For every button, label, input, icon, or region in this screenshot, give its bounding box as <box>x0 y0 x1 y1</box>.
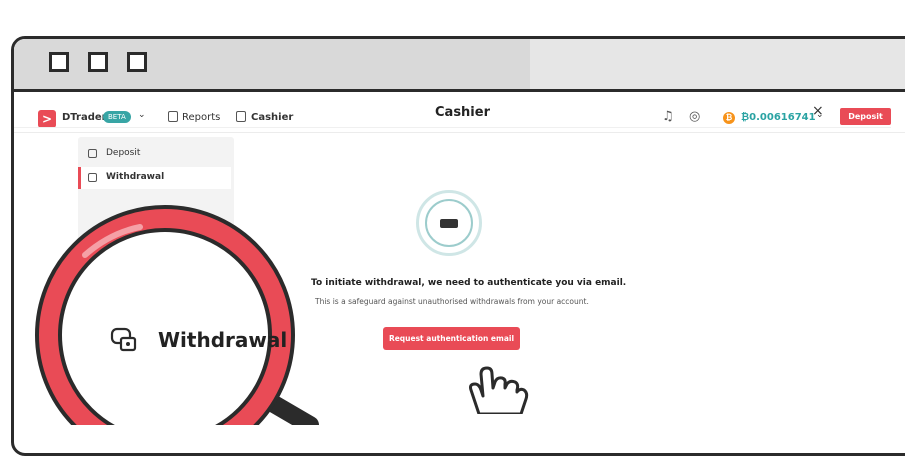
magnified-withdrawal-label: Withdrawal <box>158 328 288 352</box>
window-button-2[interactable] <box>88 52 108 72</box>
close-icon[interactable]: × <box>812 103 824 119</box>
magnifier-overlay <box>35 205 319 425</box>
sidebar-item-label: Withdrawal <box>106 172 165 182</box>
pointer-hand-icon <box>469 366 529 414</box>
auth-subtitle: This is a safeguard against unauthorised… <box>315 297 589 306</box>
email-auth-illustration <box>416 190 482 256</box>
window-button-3[interactable] <box>127 52 147 72</box>
window-button-1[interactable] <box>49 52 69 72</box>
sidebar-item-label: Deposit <box>106 148 141 158</box>
window-titlebar <box>14 39 905 92</box>
withdrawal-icon <box>88 173 97 182</box>
envelope-icon <box>440 219 458 228</box>
deposit-icon <box>88 149 97 158</box>
sidebar-item-deposit[interactable]: Deposit <box>78 143 228 165</box>
auth-heading: To initiate withdrawal, we need to authe… <box>311 278 627 288</box>
divider <box>14 127 891 128</box>
withdrawal-icon <box>110 327 137 352</box>
page-title: Cashier <box>435 105 490 120</box>
